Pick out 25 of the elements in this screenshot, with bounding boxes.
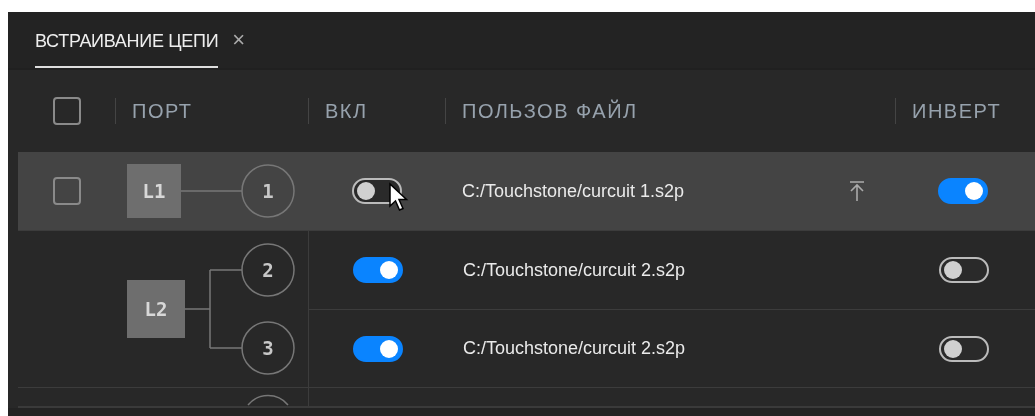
port-group-row[interactable]: L1 1 C:/Touchstone/curcuit 1.s2p — [18, 152, 1035, 231]
upload-icon[interactable] — [848, 180, 866, 202]
line-label: L2 — [144, 298, 168, 320]
toggle-switch[interactable] — [938, 257, 989, 283]
file-path: C:/Touchstone/curcuit 2.s2p — [463, 338, 687, 359]
column-header: ПОРТ — [132, 99, 193, 123]
file-path: C:/Touchstone/curcuit 1.s2p — [462, 180, 686, 202]
port-number: 2 — [262, 259, 274, 281]
close-button[interactable]: × — [232, 27, 246, 53]
tab[interactable]: ВСТРАИВАНИЕ ЦЕПИ — [35, 12, 219, 68]
select-all-checkbox[interactable] — [52, 97, 81, 125]
toggle-switch[interactable] — [937, 178, 988, 204]
port-group-row[interactable]: L2 2 3 C:/Touchstone/curcuit 2.s2p C:/Touchstone/curcuit 2.s2p — [18, 231, 1035, 388]
column-header: ПОЛЬЗОВ ФАЙЛ — [462, 99, 638, 123]
column-header: ВКЛ — [325, 99, 368, 123]
row-checkbox[interactable] — [52, 177, 81, 205]
toggle-switch[interactable] — [352, 257, 403, 283]
port-number: 1 — [262, 180, 274, 202]
column-header: ИНВЕРТ — [912, 99, 1002, 123]
toggle-switch[interactable] — [938, 335, 989, 362]
port-number: 3 — [262, 337, 274, 359]
mouse-pointer-icon — [388, 182, 410, 212]
file-path: C:/Touchstone/curcuit 2.s2p — [463, 259, 687, 281]
toggle-switch[interactable] — [352, 335, 403, 362]
line-label: L1 — [142, 180, 166, 202]
